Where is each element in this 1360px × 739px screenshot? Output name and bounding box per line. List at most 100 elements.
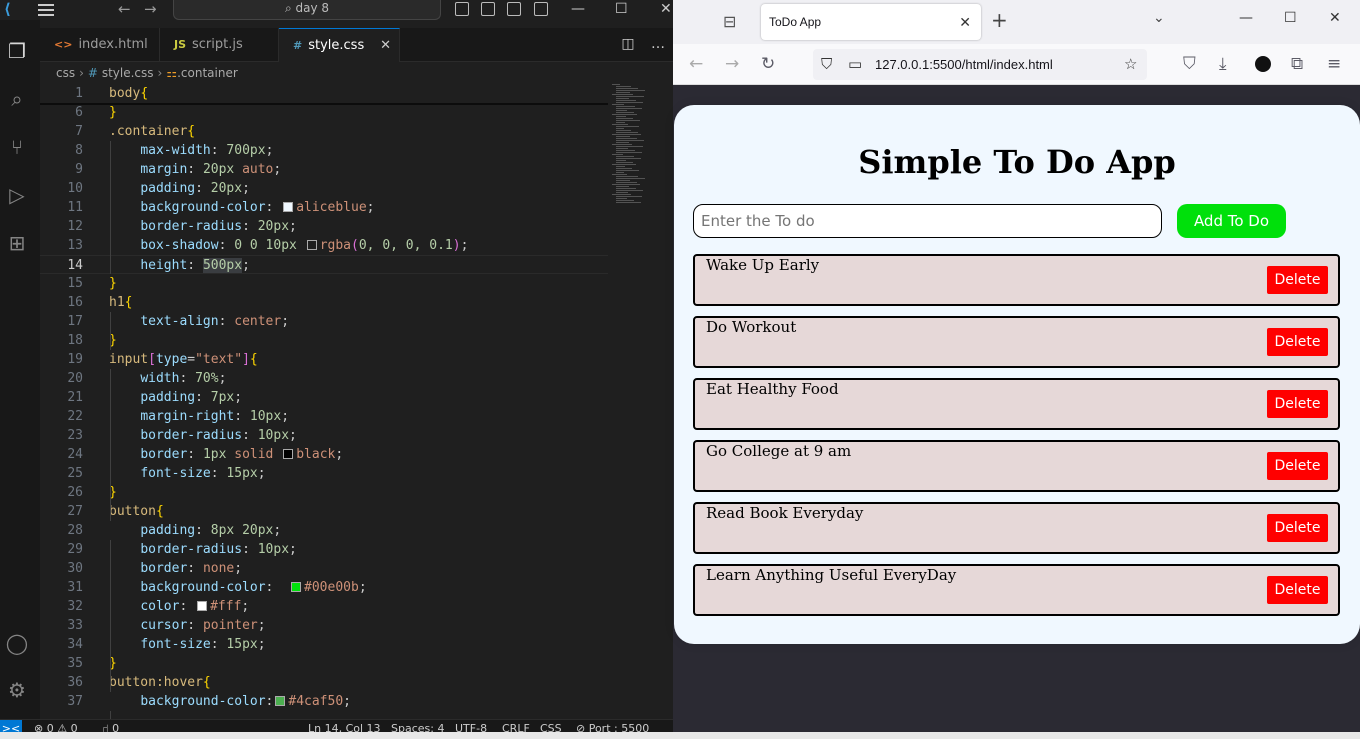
account-avatar[interactable] bbox=[1255, 56, 1271, 72]
maximize-icon[interactable]: ☐ bbox=[615, 0, 628, 18]
code-line[interactable]: 28 padding: 8px 20px; bbox=[40, 521, 608, 540]
maximize-icon[interactable]: ☐ bbox=[1284, 10, 1297, 26]
tab-overview-icon[interactable]: ⊟ bbox=[723, 12, 736, 31]
code-line[interactable]: 6} bbox=[40, 103, 608, 122]
bookmark-star-icon[interactable]: ☆ bbox=[1124, 49, 1137, 80]
delete-button[interactable]: Delete bbox=[1267, 328, 1328, 356]
color-swatch[interactable] bbox=[197, 601, 208, 611]
code-line[interactable]: 22 margin-right: 10px; bbox=[40, 407, 608, 426]
code-line[interactable]: 37 background-color: #4caf50; bbox=[40, 692, 608, 711]
minimize-icon[interactable]: — bbox=[1239, 10, 1253, 26]
address-bar[interactable]: ⛉ ▭ 127.0.0.1:5500/html/index.html ☆ bbox=[813, 49, 1147, 80]
browser-tab[interactable]: ToDo App ✕ bbox=[761, 4, 981, 40]
code-line[interactable]: 30 border: none; bbox=[40, 559, 608, 578]
color-swatch[interactable] bbox=[306, 240, 317, 250]
delete-button[interactable]: Delete bbox=[1267, 576, 1328, 604]
add-todo-button[interactable]: Add To Do bbox=[1177, 204, 1286, 238]
page-info-icon[interactable]: ▭ bbox=[848, 49, 862, 80]
extensions-icon[interactable]: ⊞ bbox=[4, 230, 30, 256]
code-token: ; bbox=[289, 219, 297, 234]
close-window-icon[interactable]: ✕ bbox=[660, 0, 672, 18]
new-tab-icon[interactable]: + bbox=[991, 8, 1008, 32]
breadcrumb-file[interactable]: style.css bbox=[102, 66, 154, 80]
reload-icon[interactable]: ↻ bbox=[761, 52, 775, 76]
code-line[interactable]: 15} bbox=[40, 274, 608, 293]
delete-button[interactable]: Delete bbox=[1267, 452, 1328, 480]
code-line[interactable]: 19 input[type="text"]{ bbox=[40, 350, 608, 369]
run-debug-icon[interactable]: ▷ bbox=[4, 182, 30, 208]
code-line[interactable]: 17 text-align: center; bbox=[40, 312, 608, 331]
code-line[interactable]: 31 background-color: #00e00b; bbox=[40, 578, 608, 597]
code-editor[interactable]: 1 body{6} 7 .container{8 max-width: 700px; 9… bbox=[40, 84, 608, 719]
breadcrumb-symbol[interactable]: .container bbox=[177, 66, 238, 80]
more-actions-icon[interactable]: … bbox=[651, 36, 665, 52]
color-swatch[interactable] bbox=[283, 449, 294, 459]
code-line[interactable]: 14 height: 500px; bbox=[40, 255, 608, 274]
code-line[interactable]: 9 margin: 20px auto; bbox=[40, 160, 608, 179]
browser-tab-bar: ⊟ ToDo App ✕ + ⌄ — ☐ ✕ bbox=[673, 0, 1360, 44]
code-line[interactable]: 34 font-size: 15px; bbox=[40, 635, 608, 654]
breadcrumb-folder[interactable]: css bbox=[56, 66, 75, 80]
hamburger-menu-icon[interactable] bbox=[36, 0, 56, 20]
delete-button[interactable]: Delete bbox=[1267, 514, 1328, 542]
minimize-icon[interactable]: — bbox=[571, 0, 585, 18]
extensions-icon[interactable]: ⧉ bbox=[1291, 52, 1303, 76]
menu-icon[interactable]: ≡ bbox=[1327, 52, 1341, 76]
code-line[interactable]: 16 h1{ bbox=[40, 293, 608, 312]
close-tab-icon[interactable]: ✕ bbox=[959, 4, 971, 40]
code-line[interactable]: 26} bbox=[40, 483, 608, 502]
todo-input[interactable] bbox=[693, 204, 1162, 238]
code-line[interactable]: 10 padding: 20px; bbox=[40, 179, 608, 198]
code-line[interactable]: 33 cursor: pointer; bbox=[40, 616, 608, 635]
account-icon[interactable]: ◯ bbox=[4, 630, 30, 656]
code-line[interactable]: 11 background-color: aliceblue; bbox=[40, 198, 608, 217]
code-line[interactable]: 25 font-size: 15px; bbox=[40, 464, 608, 483]
split-editor-icon[interactable]: ◫ bbox=[621, 36, 634, 52]
close-tab-icon[interactable]: ✕ bbox=[380, 29, 391, 63]
code-line[interactable]: 7 .container{ bbox=[40, 122, 608, 141]
code-line[interactable]: 23 border-radius: 10px; bbox=[40, 426, 608, 445]
settings-gear-icon[interactable]: ⚙ bbox=[4, 677, 30, 703]
color-swatch[interactable] bbox=[283, 202, 294, 212]
pocket-icon[interactable]: ⛉ bbox=[1183, 52, 1196, 76]
downloads-icon[interactable]: ⤓ bbox=[1219, 52, 1227, 76]
tab-index-html[interactable]: <> index.html bbox=[40, 28, 160, 62]
list-tabs-chevron-down-icon[interactable]: ⌄ bbox=[1153, 10, 1165, 26]
code-line[interactable]: 29 border-radius: 10px; bbox=[40, 540, 608, 559]
tab-script-js[interactable]: JS script.js bbox=[160, 28, 279, 62]
toggle-secondary-sidebar-icon[interactable] bbox=[507, 2, 521, 16]
code-line[interactable]: 1 body{ bbox=[40, 84, 608, 103]
code-line[interactable]: 36 button:hover{ bbox=[40, 673, 608, 692]
forward-arrow-icon[interactable]: → bbox=[144, 0, 157, 18]
code-line[interactable]: 8 max-width: 700px; bbox=[40, 141, 608, 160]
minimap[interactable] bbox=[612, 84, 668, 224]
delete-button[interactable]: Delete bbox=[1267, 266, 1328, 294]
color-swatch[interactable] bbox=[291, 582, 302, 592]
code-line[interactable]: 35} bbox=[40, 654, 608, 673]
code-line[interactable]: 20 width: 70%; bbox=[40, 369, 608, 388]
delete-button[interactable]: Delete bbox=[1267, 390, 1328, 418]
code-line[interactable]: 27 button{ bbox=[40, 502, 608, 521]
code-line[interactable]: 24 border: 1px solid black; bbox=[40, 445, 608, 464]
code-line[interactable]: 12 border-radius: 20px; bbox=[40, 217, 608, 236]
code-line[interactable]: 13 box-shadow: 0 0 10px rgba(0, 0, 0, 0.… bbox=[40, 236, 608, 255]
source-control-icon[interactable]: ⑂ bbox=[4, 134, 30, 160]
customize-layout-icon[interactable] bbox=[534, 2, 548, 16]
code-line[interactable]: 21 padding: 7px; bbox=[40, 388, 608, 407]
shield-icon[interactable]: ⛉ bbox=[821, 49, 832, 80]
close-window-icon[interactable]: ✕ bbox=[1329, 10, 1341, 26]
code-line[interactable]: 18} bbox=[40, 331, 608, 350]
search-icon[interactable]: ⌕ bbox=[4, 86, 30, 112]
color-swatch[interactable] bbox=[275, 696, 286, 706]
toggle-sidebar-icon[interactable] bbox=[455, 2, 469, 16]
code-line[interactable]: 32 color: #fff; bbox=[40, 597, 608, 616]
tab-style-css[interactable]: # style.css ✕ bbox=[279, 28, 400, 62]
back-arrow-icon[interactable]: ← bbox=[118, 0, 131, 18]
explorer-icon[interactable]: ❐ bbox=[4, 38, 30, 64]
toggle-panel-icon[interactable] bbox=[481, 2, 495, 16]
minimap-line bbox=[616, 178, 645, 179]
forward-icon[interactable]: → bbox=[725, 52, 739, 76]
back-icon[interactable]: ← bbox=[689, 52, 703, 76]
url-text[interactable]: 127.0.0.1:5500/html/index.html bbox=[875, 49, 1053, 80]
command-center-search[interactable]: ⌕ day 8 bbox=[173, 0, 441, 20]
